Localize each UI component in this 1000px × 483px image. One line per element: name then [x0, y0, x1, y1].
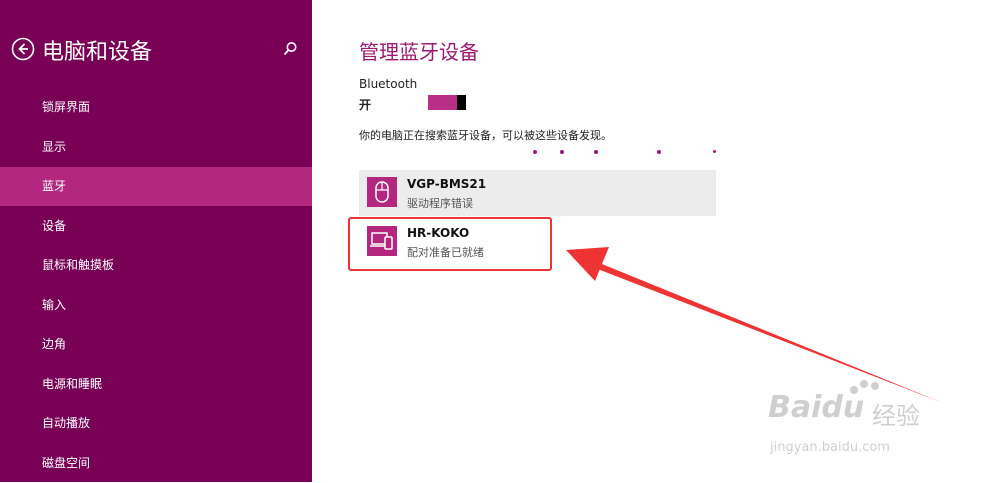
watermark-url: jingyan.baidu.com [770, 440, 890, 455]
watermark: Baidu 经验 jingyan.baidu.com [768, 380, 968, 470]
watermark-cn: 经验 [872, 402, 920, 430]
watermark-brand: Baidu [768, 390, 865, 425]
